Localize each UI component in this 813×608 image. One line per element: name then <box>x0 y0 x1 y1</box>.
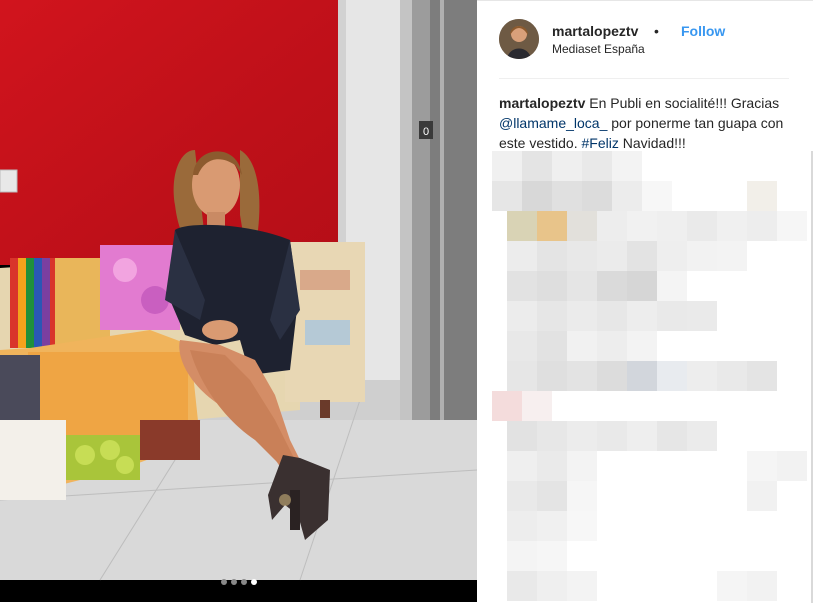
caption-text: En Publi en socialité!!! Gracias <box>585 95 780 111</box>
carousel-indicator[interactable] <box>0 575 477 589</box>
separator-dot: • <box>654 23 659 39</box>
header-divider <box>499 78 789 79</box>
pixelated-comments <box>492 151 813 603</box>
username-link[interactable]: martalopeztv <box>552 23 638 39</box>
post-photo[interactable]: 0 <box>0 0 477 602</box>
profile-avatar[interactable] <box>499 19 539 59</box>
caption-text: Navidad!!! <box>618 135 686 151</box>
carousel-dot-active[interactable] <box>250 579 257 585</box>
mention-link[interactable]: @llamame_loca_ <box>499 115 607 131</box>
carousel-dot[interactable] <box>240 579 247 585</box>
follow-button[interactable]: Follow <box>681 23 725 39</box>
post-sidebar: martalopeztv • Follow Mediaset España ma… <box>477 0 813 603</box>
carousel-dot[interactable] <box>230 579 237 585</box>
location-link[interactable]: Mediaset España <box>552 42 645 56</box>
post-caption: martalopeztv En Publi en socialité!!! Gr… <box>499 93 791 153</box>
post-header: martalopeztv • Follow Mediaset España <box>499 19 789 65</box>
elevator-floor-label: 0 <box>423 126 429 138</box>
carousel-dot[interactable] <box>220 579 227 585</box>
photo-illustration: 0 <box>0 0 477 581</box>
caption-username[interactable]: martalopeztv <box>499 95 585 111</box>
hashtag-link[interactable]: #Feliz <box>582 135 619 151</box>
